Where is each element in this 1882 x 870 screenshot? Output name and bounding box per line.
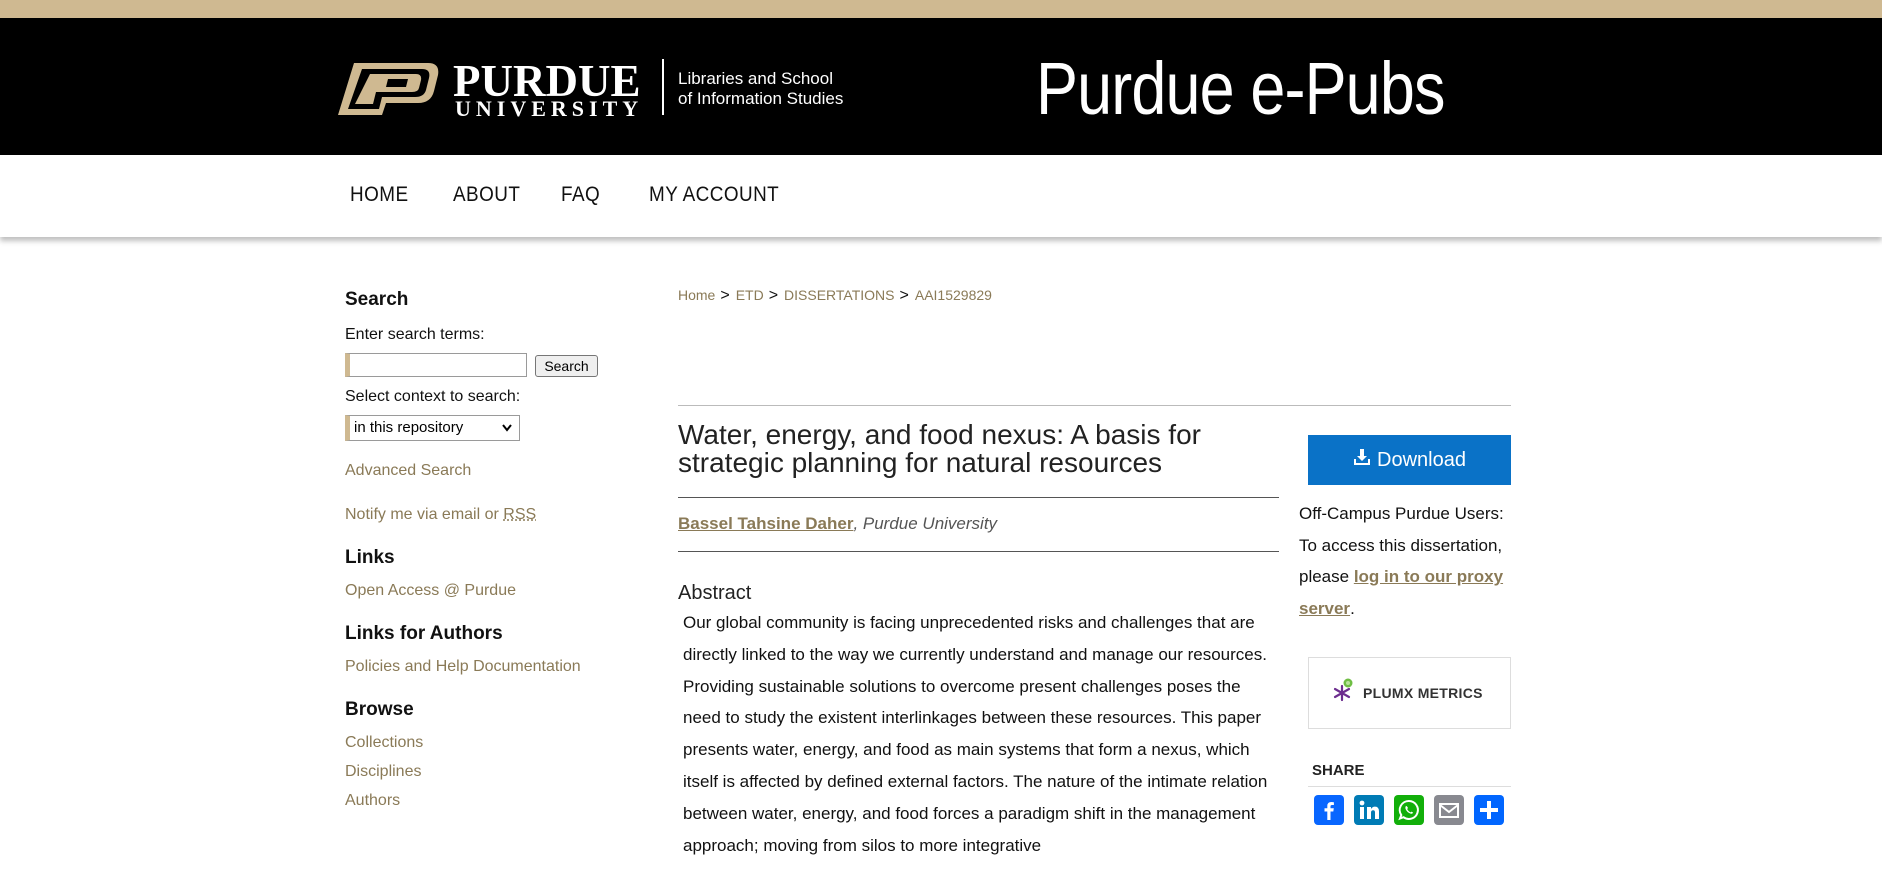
nav-my-account[interactable]: MY ACCOUNT [649, 183, 779, 207]
breadcrumb-separator: > [899, 287, 909, 304]
breadcrumb-dissertations[interactable]: DISSERTATIONS [784, 287, 894, 303]
chevron-down-icon [501, 416, 513, 448]
document-title: Water, energy, and food nexus: A basis f… [678, 419, 1201, 478]
nav-faq[interactable]: FAQ [561, 183, 600, 207]
breadcrumb-etd[interactable]: ETD [736, 287, 764, 303]
plumx-metrics-widget[interactable]: PLUMX METRICS [1308, 657, 1511, 729]
policies-link[interactable]: Policies and Help Documentation [345, 658, 581, 676]
breadcrumb-separator: > [768, 287, 779, 304]
breadcrumb: Home > ETD > DISSERTATIONS > AAI1529829 [678, 287, 992, 305]
university-wordmark: UNIVERSITY [455, 96, 644, 121]
facebook-icon[interactable] [1314, 795, 1344, 825]
open-access-link[interactable]: Open Access @ Purdue [345, 582, 516, 600]
breadcrumb-separator: > [720, 287, 730, 304]
linkedin-icon[interactable] [1354, 795, 1384, 825]
advanced-search-link[interactable]: Advanced Search [345, 462, 471, 480]
links-for-authors-heading: Links for Authors [345, 623, 503, 644]
plumx-icon [1331, 678, 1355, 709]
main-navigation: HOME ABOUT FAQ MY ACCOUNT [0, 155, 1882, 237]
site-title[interactable]: Purdue e-Pubs [1036, 46, 1445, 132]
share-divider [1308, 786, 1511, 787]
rss-link[interactable]: RSS [503, 506, 536, 523]
breadcrumb-current[interactable]: AAI1529829 [915, 287, 992, 303]
notify-text[interactable]: Notify me via email or [345, 506, 503, 523]
context-select[interactable]: in this repository [345, 415, 520, 441]
notify-link[interactable]: Notify me via email or RSS [345, 506, 536, 524]
nav-home[interactable]: HOME [350, 183, 409, 207]
off-campus-notice: Off-Campus Purdue Users: To access this … [1299, 498, 1514, 624]
top-gold-strip [0, 0, 1882, 18]
nav-about[interactable]: ABOUT [453, 183, 520, 207]
search-input[interactable] [345, 353, 527, 377]
browse-authors-link[interactable]: Authors [345, 792, 400, 810]
author-rule-top [678, 497, 1279, 498]
search-button[interactable]: Search [535, 355, 598, 377]
share-heading: SHARE [1312, 762, 1365, 779]
author-line: Bassel Tahsine Daher, Purdue University [678, 514, 997, 534]
context-selected-value: in this repository [354, 419, 464, 436]
email-icon[interactable] [1434, 795, 1464, 825]
author-name-link[interactable]: Bassel Tahsine Daher [678, 514, 853, 533]
abstract-text: Our global community is facing unprecede… [683, 613, 1268, 855]
context-prompt: Select context to search: [345, 388, 521, 405]
logo-subtitle-line1: Libraries and School [678, 69, 833, 88]
share-icon[interactable] [1474, 795, 1504, 825]
plumx-label: PLUMX METRICS [1363, 685, 1483, 701]
links-heading: Links [345, 547, 395, 568]
content-divider [678, 405, 1511, 406]
breadcrumb-home[interactable]: Home [678, 287, 715, 303]
download-label: Download [1377, 448, 1466, 471]
search-heading: Search [345, 289, 409, 310]
abstract-heading: Abstract [678, 582, 752, 604]
site-banner: PURDUE UNIVERSITY Libraries and School o… [0, 18, 1882, 155]
author-rule-bottom [678, 551, 1279, 552]
off-campus-end: . [1350, 598, 1355, 618]
whatsapp-icon[interactable] [1394, 795, 1424, 825]
author-affiliation: , Purdue University [853, 514, 998, 533]
download-button[interactable]: Download [1308, 435, 1511, 485]
logo-subtitle-line2: of Information Studies [678, 89, 844, 108]
browse-collections-link[interactable]: Collections [345, 734, 423, 752]
browse-disciplines-link[interactable]: Disciplines [345, 763, 421, 781]
logo-divider [662, 59, 664, 115]
browse-heading: Browse [345, 699, 414, 720]
search-prompt: Enter search terms: [345, 326, 485, 343]
download-icon [1353, 448, 1371, 472]
purdue-p-logo[interactable] [336, 61, 440, 117]
